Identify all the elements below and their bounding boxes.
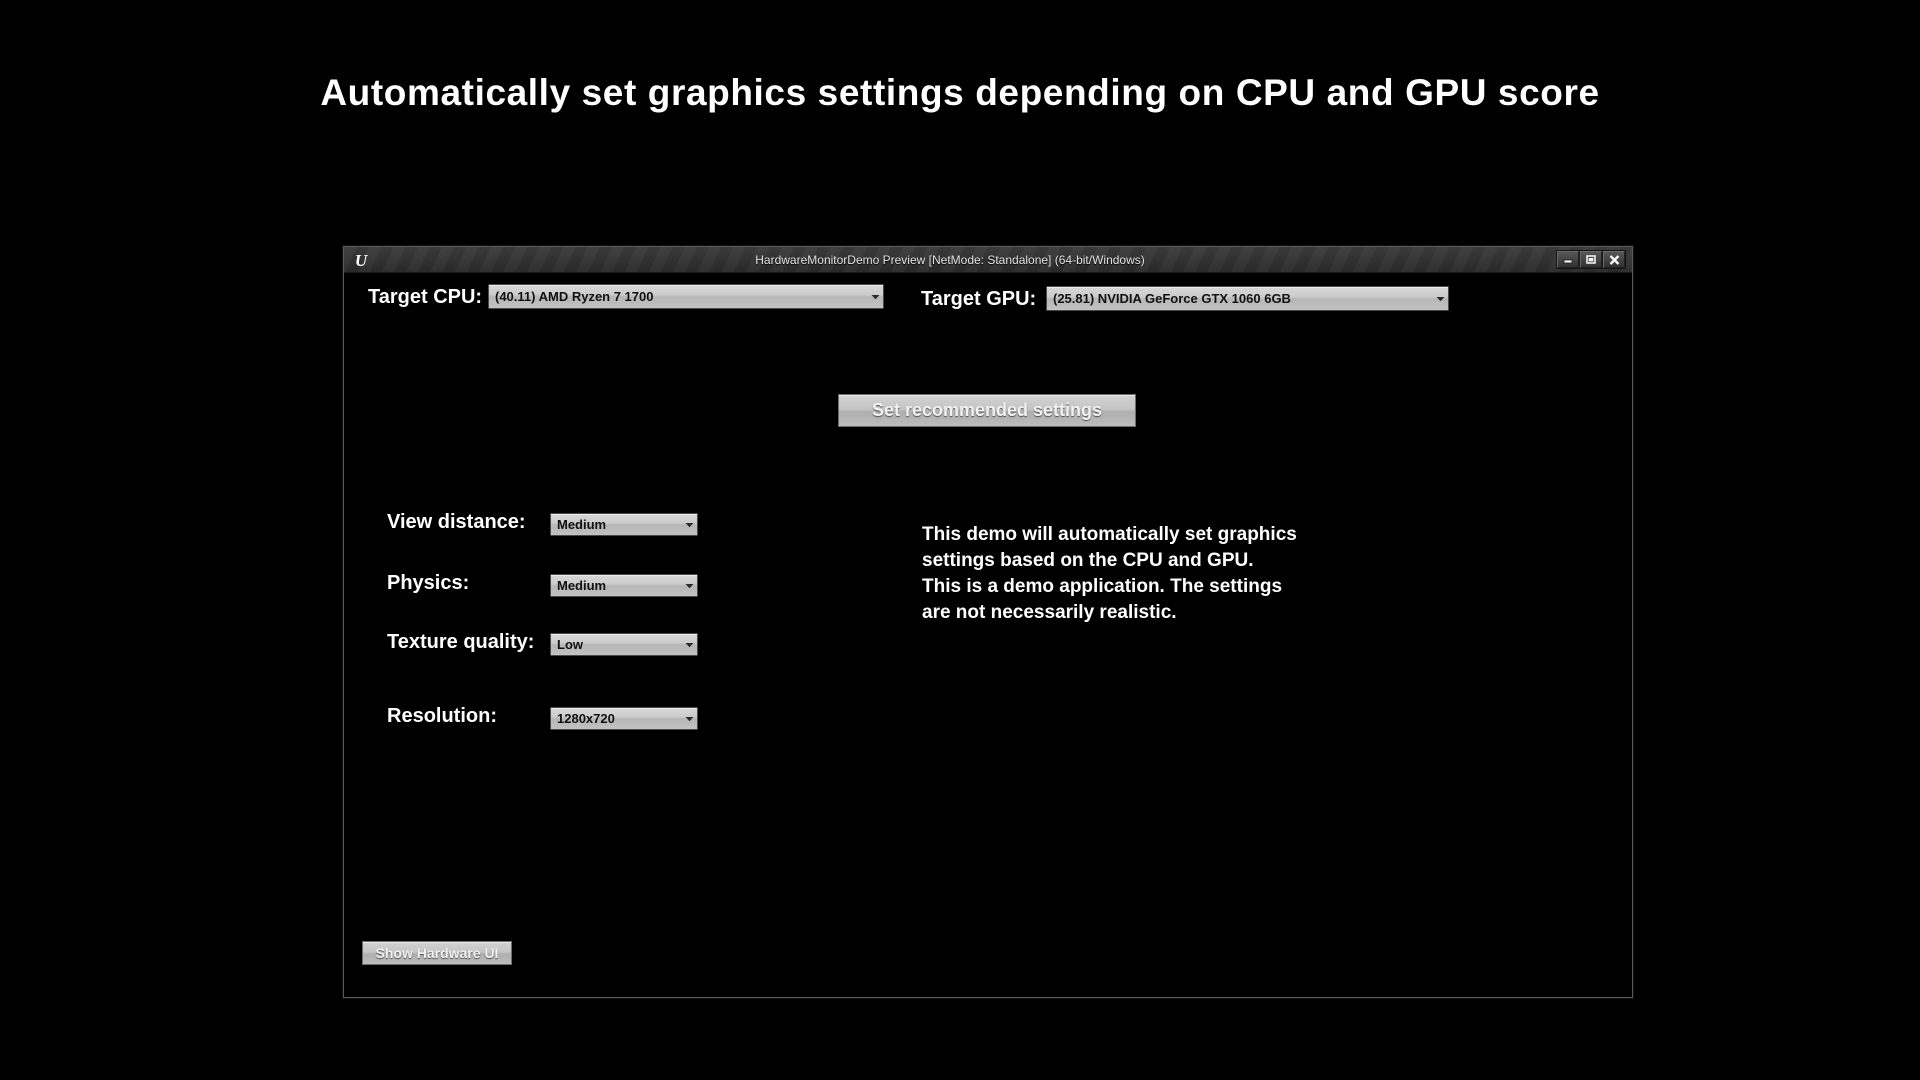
setting-label-physics: Physics: <box>387 572 470 594</box>
application-window: U HardwareMonitorDemo Preview [NetMode: … <box>343 246 1633 998</box>
chevron-down-icon <box>681 583 697 589</box>
description-text: This demo will automatically set graphic… <box>922 524 1297 623</box>
setting-select-texture-quality[interactable]: Low <box>550 633 698 656</box>
show-hardware-ui-button[interactable]: Show Hardware UI <box>362 941 512 965</box>
close-icon[interactable] <box>1603 251 1625 268</box>
set-recommended-settings-label: Set recommended settings <box>871 400 1103 420</box>
chevron-down-icon <box>867 294 883 300</box>
setting-value-physics: Medium <box>557 578 607 593</box>
target-cpu-value: (40.11) AMD Ryzen 7 1700 <box>495 289 654 304</box>
setting-select-physics[interactable]: Medium <box>550 574 698 597</box>
page-title: Automatically set graphics settings depe… <box>320 72 1600 113</box>
target-cpu-select[interactable]: (40.11) AMD Ryzen 7 1700 <box>488 284 884 309</box>
window-controls <box>1556 250 1626 269</box>
setting-value-view-distance: Medium <box>557 517 607 532</box>
setting-label-texture-quality: Texture quality: <box>387 631 535 653</box>
set-recommended-settings-button[interactable]: Set recommended settings <box>838 394 1136 427</box>
target-gpu-value: (25.81) NVIDIA GeForce GTX 1060 6GB <box>1053 291 1291 306</box>
minimize-icon[interactable] <box>1557 251 1579 268</box>
chevron-down-icon <box>1432 296 1448 302</box>
window-client-area: Target CPU: (40.11) AMD Ryzen 7 1700 Tar… <box>344 273 1632 997</box>
target-gpu-select[interactable]: (25.81) NVIDIA GeForce GTX 1060 6GB <box>1046 286 1449 311</box>
setting-value-resolution: 1280x720 <box>557 711 615 726</box>
setting-label-view-distance: View distance: <box>387 511 526 533</box>
target-cpu-label: Target CPU: <box>368 286 483 308</box>
chevron-down-icon <box>681 716 697 722</box>
window-title-text: HardwareMonitorDemo Preview [NetMode: St… <box>755 252 1145 267</box>
window-title-bar[interactable]: U HardwareMonitorDemo Preview [NetMode: … <box>344 247 1632 273</box>
setting-select-resolution[interactable]: 1280x720 <box>550 707 698 730</box>
setting-value-texture-quality: Low <box>557 637 583 652</box>
show-hardware-ui-label: Show Hardware UI <box>375 945 499 961</box>
chevron-down-icon <box>681 642 697 648</box>
target-gpu-label: Target GPU: <box>921 288 1037 310</box>
setting-label-resolution: Resolution: <box>387 705 497 727</box>
setting-select-view-distance[interactable]: Medium <box>550 513 698 536</box>
chevron-down-icon <box>681 522 697 528</box>
maximize-icon[interactable] <box>1580 251 1602 268</box>
